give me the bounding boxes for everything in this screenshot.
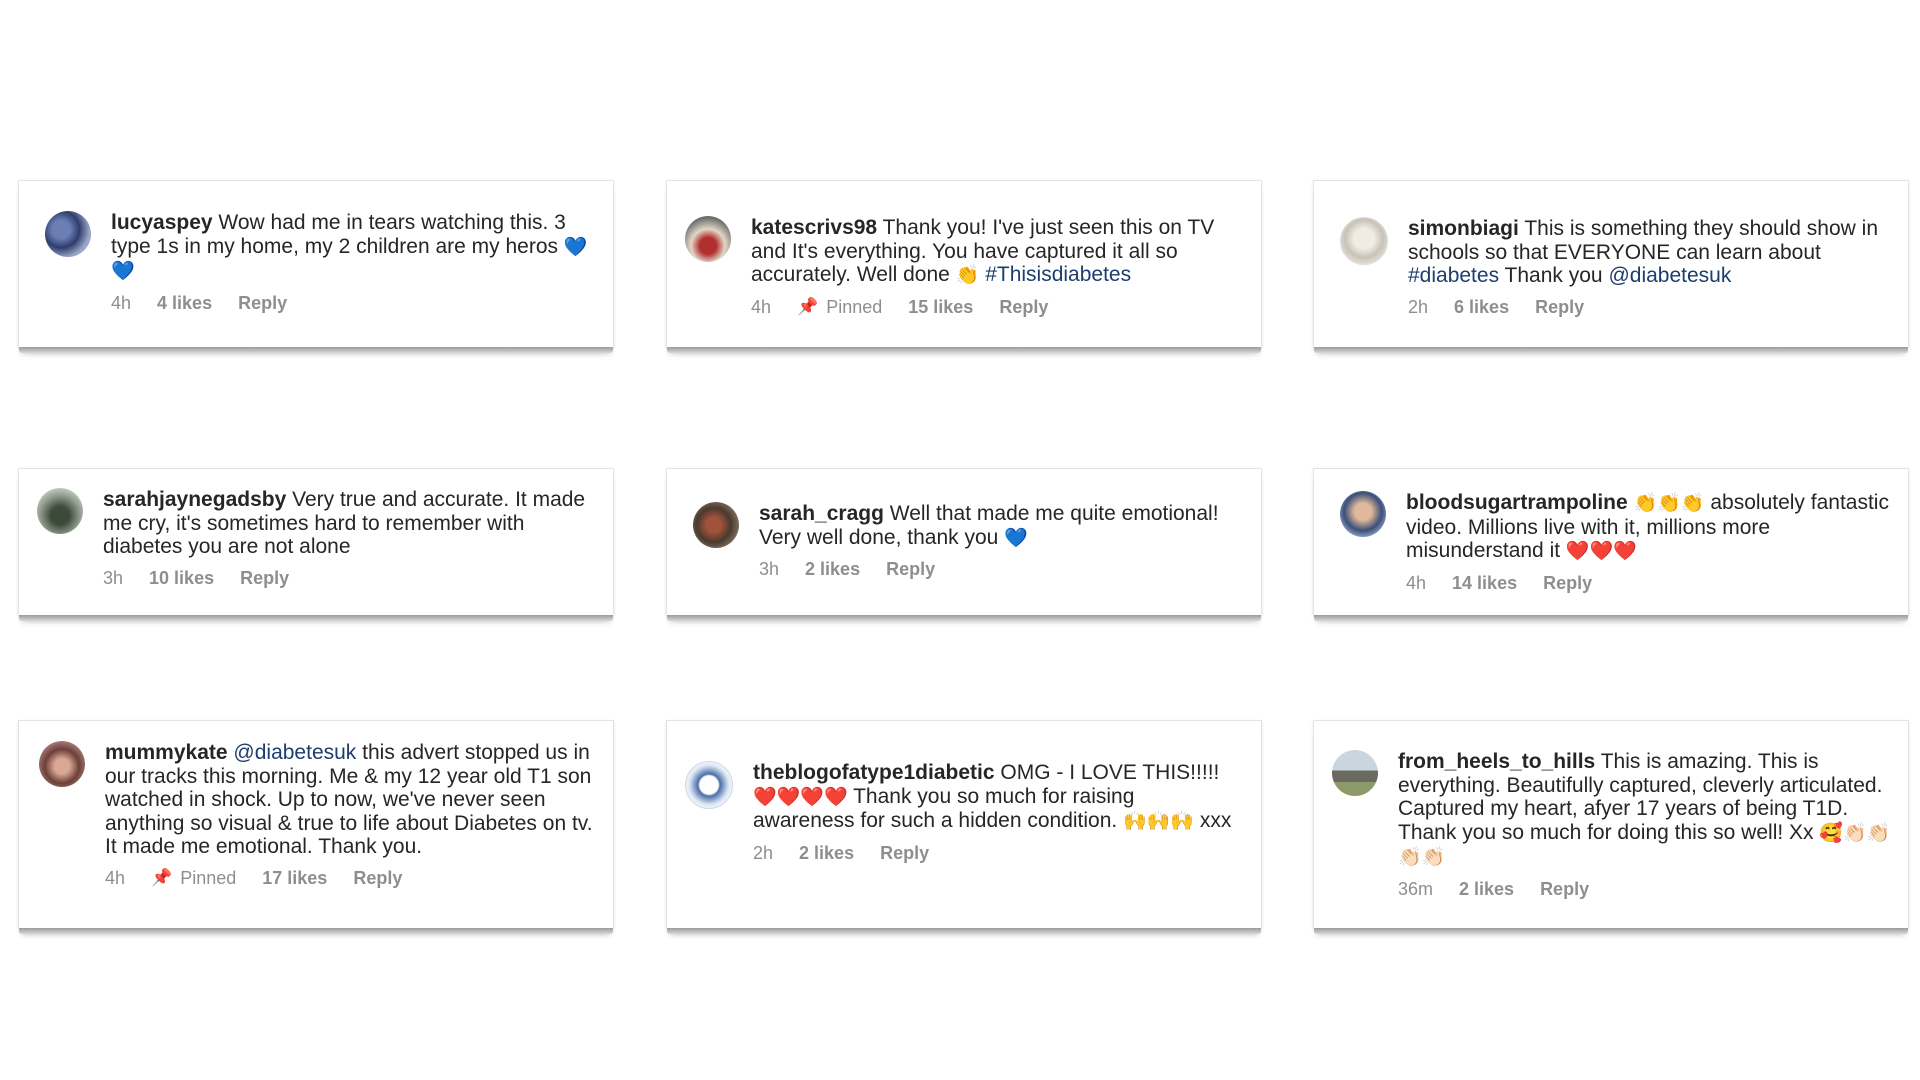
timestamp: 3h <box>759 559 780 579</box>
username[interactable]: katescrivs98 <box>751 216 877 239</box>
comment-card-5: sarah_cragg Well that made me quite emot… <box>666 468 1262 621</box>
likes-count[interactable]: 6 likes <box>1454 297 1509 318</box>
timestamp: 4h <box>751 296 772 317</box>
clap-emoji: 👏 <box>955 264 980 286</box>
comment-text-2: Thank you <box>1504 264 1603 287</box>
clap-emoji: 👏👏👏 <box>1633 492 1705 514</box>
avatar[interactable] <box>1340 491 1386 537</box>
pinned-label: Pinned <box>180 867 237 888</box>
reply-button[interactable]: Reply <box>1543 573 1592 594</box>
reply-button[interactable]: Reply <box>353 868 402 889</box>
timestamp: 3h <box>103 567 124 588</box>
reply-button[interactable]: Reply <box>238 293 287 314</box>
avatar[interactable] <box>1332 750 1378 796</box>
avatar[interactable] <box>45 211 91 257</box>
username[interactable]: bloodsugartrampoline <box>1406 491 1628 514</box>
comment-card-4: sarahjaynegadsby Very true and accurate.… <box>18 468 614 621</box>
comment-board: lucyaspey Wow had me in tears watching t… <box>0 0 1920 1080</box>
hashtag-link[interactable]: #diabetes <box>1408 264 1499 287</box>
comment-card-1: lucyaspey Wow had me in tears watching t… <box>18 180 614 353</box>
red-heart-emoji: ❤️❤️❤️ <box>1565 540 1637 562</box>
comment-card-6: bloodsugartrampoline 👏👏👏 absolutely fant… <box>1313 468 1909 621</box>
pin-icon: 📌 <box>151 868 173 887</box>
mention-link[interactable]: @diabetesuk <box>1608 264 1731 287</box>
comment-text: OMG - I LOVE THIS!!!!! <box>1000 761 1220 784</box>
reply-button[interactable]: Reply <box>1535 297 1584 318</box>
mention-link[interactable]: @diabetesuk <box>233 741 356 764</box>
red-heart-emoji: ❤️❤️❤️❤️ <box>753 785 848 808</box>
avatar[interactable] <box>1340 217 1388 265</box>
comment-text-3: xxx <box>1199 809 1232 832</box>
reply-button[interactable]: Reply <box>886 559 935 580</box>
likes-count[interactable]: 14 likes <box>1452 573 1517 594</box>
timestamp: 2h <box>1408 296 1429 317</box>
timestamp: 36m <box>1398 878 1434 899</box>
hashtag-link[interactable]: #Thisisdiabetes <box>985 263 1131 286</box>
username[interactable]: lucyaspey <box>111 211 213 234</box>
username[interactable]: from_heels_to_hills <box>1398 750 1595 773</box>
username[interactable]: mummykate <box>105 741 228 764</box>
username[interactable]: sarahjaynegadsby <box>103 488 286 511</box>
reply-button[interactable]: Reply <box>1540 879 1589 900</box>
likes-count[interactable]: 2 likes <box>1459 879 1514 900</box>
timestamp: 4h <box>1406 572 1427 593</box>
raised-hands-emoji: 🙌🙌🙌 <box>1123 810 1195 832</box>
pinned-label: Pinned <box>826 296 883 317</box>
timestamp: 4h <box>105 867 126 888</box>
timestamp: 2h <box>753 842 774 863</box>
avatar[interactable] <box>693 502 739 548</box>
comment-card-3: simonbiagi This is something they should… <box>1313 180 1909 353</box>
timestamp: 4h <box>111 292 132 313</box>
comment-card-9: from_heels_to_hills This is amazing. Thi… <box>1313 720 1909 934</box>
avatar[interactable] <box>39 741 85 787</box>
reply-button[interactable]: Reply <box>240 568 289 589</box>
likes-count[interactable]: 2 likes <box>799 843 854 864</box>
comment-card-2: katescrivs98 Thank you! I've just seen t… <box>666 180 1262 353</box>
username[interactable]: simonbiagi <box>1408 217 1519 240</box>
comment-card-8: theblogofatype1diabetic OMG - I LOVE THI… <box>666 720 1262 934</box>
username[interactable]: sarah_cragg <box>759 502 884 525</box>
reply-button[interactable]: Reply <box>999 297 1048 318</box>
pin-icon: 📌 <box>797 297 819 316</box>
comment-card-7: mummykate @diabetesuk this advert stoppe… <box>18 720 614 934</box>
avatar[interactable] <box>37 488 83 534</box>
username[interactable]: theblogofatype1diabetic <box>753 761 995 784</box>
likes-count[interactable]: 4 likes <box>157 293 212 314</box>
likes-count[interactable]: 15 likes <box>908 297 973 318</box>
blue-heart-emoji: 💙 <box>1004 526 1028 549</box>
likes-count[interactable]: 2 likes <box>805 559 860 580</box>
likes-count[interactable]: 10 likes <box>149 568 214 589</box>
likes-count[interactable]: 17 likes <box>262 868 327 889</box>
reply-button[interactable]: Reply <box>880 843 929 864</box>
avatar[interactable] <box>685 761 733 809</box>
avatar[interactable] <box>685 216 731 262</box>
